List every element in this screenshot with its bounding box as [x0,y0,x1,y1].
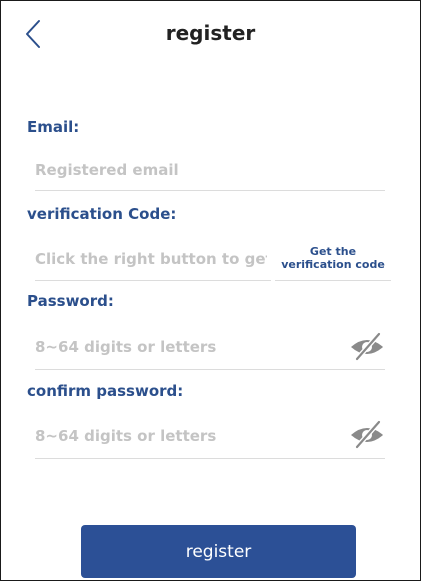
verification-code-input[interactable] [35,248,267,270]
get-code-divider [275,280,391,281]
get-verification-code-button[interactable]: Get the verification code [275,235,391,281]
email-label: Email: [27,118,80,136]
verification-code-divider [35,280,271,281]
register-screen: register Email: verification Code: Get t… [0,0,421,581]
confirm-password-divider [35,458,385,459]
password-input[interactable] [35,336,335,358]
email-input[interactable] [35,159,375,181]
password-divider [35,369,385,370]
header-bar: register [1,1,420,67]
eye-slash-icon [351,332,383,361]
eye-slash-icon [351,420,383,449]
register-button[interactable]: register [81,525,356,578]
email-divider [35,190,385,191]
verification-code-label: verification Code: [27,205,177,223]
password-label: Password: [27,292,114,310]
confirm-password-visibility-toggle[interactable] [348,419,386,449]
confirm-password-label: confirm password: [27,382,184,400]
password-visibility-toggle[interactable] [348,331,386,361]
confirm-password-input[interactable] [35,425,335,447]
page-title: register [165,21,256,45]
